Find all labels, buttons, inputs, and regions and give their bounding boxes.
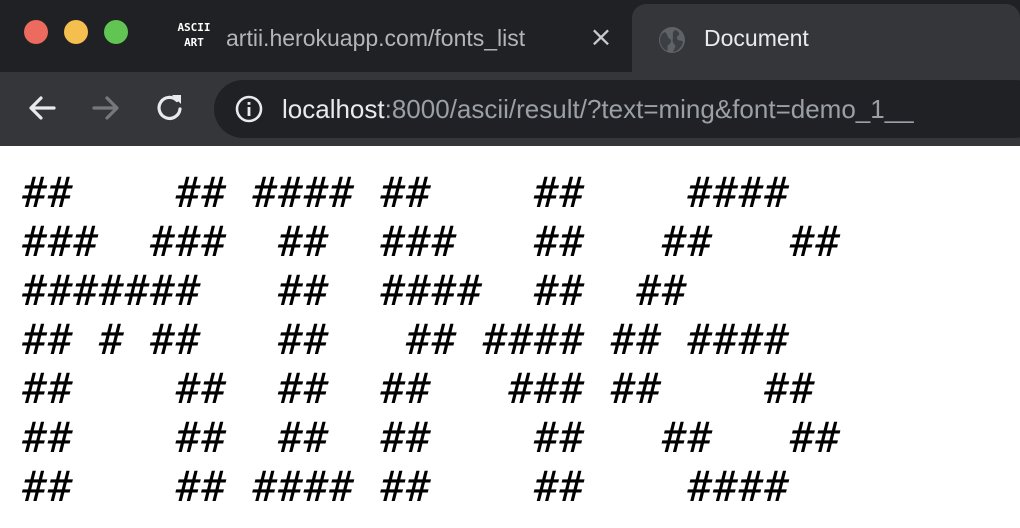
toolbar: localhost:8000/ascii/result/?text=ming&f… <box>0 72 1020 146</box>
ascii-art-output: ## ## #### ## ## #### ### ### ## ### ## … <box>22 168 841 511</box>
tab-ascii-art-fonts[interactable]: ASCII ART artii.herokuapp.com/fonts_list… <box>144 4 632 72</box>
url-path: :8000/ascii/result/?text=ming&font=demo_… <box>384 94 914 124</box>
reload-button[interactable] <box>152 90 188 126</box>
info-icon[interactable] <box>234 94 264 124</box>
favicon-line-1: ASCII <box>177 21 211 34</box>
ascii-art-favicon-icon: ASCII ART <box>174 20 214 54</box>
address-bar[interactable]: localhost:8000/ascii/result/?text=ming&f… <box>214 80 1020 138</box>
page-content: ## ## #### ## ## #### ### ### ## ### ## … <box>0 146 1020 528</box>
favicon-line-2: ART <box>184 36 204 49</box>
window-zoom-button[interactable] <box>104 20 128 44</box>
browser-chrome: ASCII ART artii.herokuapp.com/fonts_list… <box>0 0 1020 146</box>
window-minimize-button[interactable] <box>64 20 88 44</box>
tab-title: artii.herokuapp.com/fonts_list <box>226 25 526 51</box>
reload-icon <box>157 95 182 120</box>
url-text[interactable]: localhost:8000/ascii/result/?text=ming&f… <box>282 93 914 125</box>
forward-button[interactable] <box>88 90 124 126</box>
back-arrow-icon <box>29 96 56 120</box>
window-close-button[interactable] <box>24 20 48 44</box>
tab-strip: ASCII ART artii.herokuapp.com/fonts_list… <box>0 0 1020 72</box>
globe-icon <box>659 27 685 53</box>
close-icon[interactable]: × <box>588 22 614 52</box>
back-button[interactable] <box>24 90 60 126</box>
tab-title: Document <box>704 25 809 51</box>
forward-arrow-icon <box>92 96 119 120</box>
tab-document[interactable]: Document <box>632 4 1020 72</box>
url-host: localhost <box>282 94 385 124</box>
